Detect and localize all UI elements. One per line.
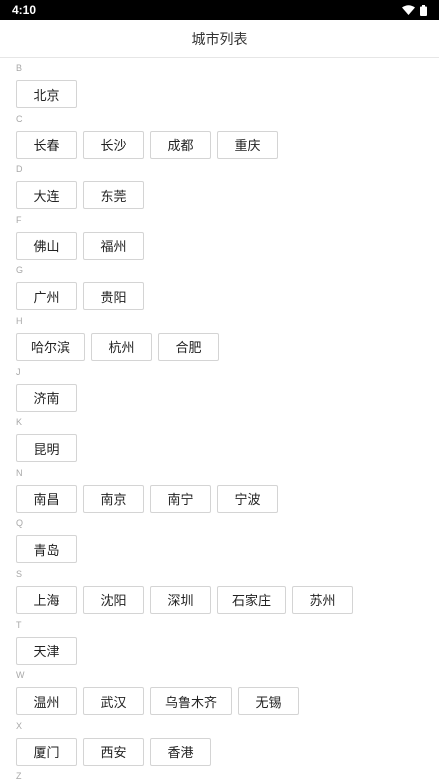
city-button[interactable]: 长沙 <box>83 130 144 159</box>
status-icons <box>402 4 427 16</box>
city-section-z: Z <box>0 766 439 782</box>
city-button[interactable]: 杭州 <box>91 332 153 361</box>
city-button[interactable]: 沈阳 <box>83 585 144 614</box>
city-section-d: D 大连 东莞 <box>0 159 439 210</box>
city-button[interactable]: 厦门 <box>16 737 77 766</box>
city-button[interactable]: 成都 <box>150 130 211 159</box>
city-chip-row: 佛山 福州 <box>16 231 144 260</box>
city-chip-row: 大连 东莞 <box>16 181 144 210</box>
city-button[interactable]: 天津 <box>16 636 77 665</box>
city-section-g: G 广州 贵阳 <box>0 260 439 311</box>
city-button[interactable]: 青岛 <box>16 535 77 564</box>
city-button[interactable]: 石家庄 <box>217 585 287 614</box>
section-letter: X <box>16 720 23 731</box>
city-section-q: Q 青岛 <box>0 513 439 564</box>
city-section-w: W 温州 武汉 乌鲁木齐 无锡 <box>0 665 439 716</box>
city-button[interactable]: 乌鲁木齐 <box>150 687 233 716</box>
city-button[interactable]: 东莞 <box>83 181 144 210</box>
city-button[interactable]: 广州 <box>16 282 77 311</box>
section-letter: K <box>16 417 23 428</box>
city-button[interactable]: 南京 <box>83 484 144 513</box>
battery-icon <box>420 4 427 16</box>
city-button[interactable]: 南昌 <box>16 484 77 513</box>
city-button[interactable]: 福州 <box>83 231 144 260</box>
city-button[interactable]: 哈尔滨 <box>16 332 86 361</box>
city-button[interactable]: 合肥 <box>158 332 220 361</box>
city-chip-row: 北京 <box>16 80 77 108</box>
section-letter: F <box>16 214 22 225</box>
city-button[interactable]: 南宁 <box>150 484 211 513</box>
city-button[interactable]: 宁波 <box>217 484 278 513</box>
city-section-h: H 哈尔滨 杭州 合肥 <box>0 311 439 362</box>
city-chip-row: 长春 长沙 成都 重庆 <box>16 130 278 159</box>
city-button[interactable]: 大连 <box>16 181 77 210</box>
city-chip-row: 南昌 南京 南宁 宁波 <box>16 484 278 513</box>
status-time: 4:10 <box>12 3 37 17</box>
city-chip-row: 广州 贵阳 <box>16 282 144 311</box>
city-button[interactable]: 长春 <box>16 130 77 159</box>
city-chip-row: 天津 <box>16 636 77 665</box>
section-letter: G <box>16 265 24 276</box>
wifi-icon <box>402 5 415 15</box>
section-letter: C <box>16 113 23 124</box>
city-button[interactable]: 武汉 <box>83 687 144 716</box>
city-button[interactable]: 香港 <box>150 737 211 766</box>
city-chip-row: 上海 沈阳 深圳 石家庄 苏州 <box>16 585 354 614</box>
city-button[interactable]: 深圳 <box>150 585 211 614</box>
city-button[interactable]: 佛山 <box>16 231 77 260</box>
city-section-k: K 昆明 <box>0 412 439 463</box>
city-chip-row: 昆明 <box>16 434 77 463</box>
section-letter: N <box>16 467 23 478</box>
city-button[interactable]: 北京 <box>16 80 77 108</box>
city-section-x: X 厦门 西安 香港 <box>0 716 439 767</box>
city-button[interactable]: 温州 <box>16 687 77 716</box>
section-letter: H <box>16 315 23 326</box>
section-letter: S <box>16 568 23 579</box>
city-button[interactable]: 西安 <box>83 737 144 766</box>
city-section-f: F 佛山 福州 <box>0 210 439 261</box>
city-chip-row: 厦门 西安 香港 <box>16 737 211 766</box>
city-button[interactable]: 昆明 <box>16 434 77 463</box>
city-button[interactable]: 济南 <box>16 383 77 412</box>
section-letter: T <box>16 619 22 630</box>
section-letter: D <box>16 164 23 175</box>
city-section-j: J 济南 <box>0 362 439 413</box>
city-button[interactable]: 苏州 <box>292 585 354 614</box>
city-section-n: N 南昌 南京 南宁 宁波 <box>0 463 439 514</box>
city-button[interactable]: 贵阳 <box>83 282 144 311</box>
city-list[interactable]: B 北京 C 长春 长沙 成都 重庆 D 大连 东莞 F 佛山 福州 G 广州 贵阳 H 哈尔滨 杭州 合肥 J 济南 K 昆… <box>0 58 439 782</box>
city-section-c: C 长春 长沙 成都 重庆 <box>0 109 439 160</box>
city-button[interactable]: 上海 <box>16 585 77 614</box>
section-letter: W <box>16 670 25 681</box>
city-button[interactable]: 重庆 <box>217 130 278 159</box>
section-letter: Q <box>16 518 24 529</box>
city-button[interactable]: 无锡 <box>238 687 300 716</box>
city-section-s: S 上海 沈阳 深圳 石家庄 苏州 <box>0 564 439 615</box>
status-bar: 4:10 <box>0 0 439 20</box>
city-chip-row: 温州 武汉 乌鲁木齐 无锡 <box>16 687 300 716</box>
city-section-b: B 北京 <box>0 58 439 109</box>
city-chip-row: 济南 <box>16 383 77 412</box>
city-chip-row: 青岛 <box>16 535 77 564</box>
city-section-t: T 天津 <box>0 615 439 666</box>
section-letter: J <box>16 366 21 377</box>
title-bar: 城市列表 <box>0 20 439 58</box>
section-letter: Z <box>16 771 22 782</box>
section-letter: B <box>16 63 23 73</box>
city-chip-row: 哈尔滨 杭州 合肥 <box>16 332 220 361</box>
page-title: 城市列表 <box>191 31 248 48</box>
